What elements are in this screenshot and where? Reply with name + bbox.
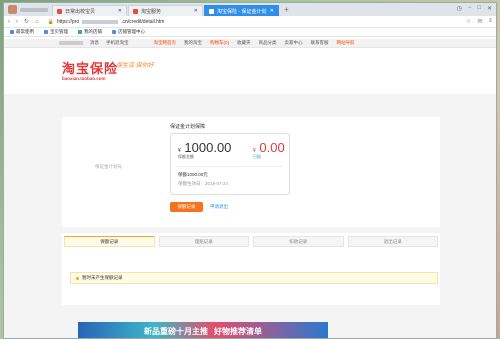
insurance-title: 保证金计划保障 [170,124,206,130]
new-tab-button[interactable]: + [284,5,289,14]
nav-link[interactable]: 我的淘宝 [184,40,202,46]
empty-notice: 暂时未产生保额记录 [70,272,438,284]
logo-domain: baoxian.taobao.com [62,76,106,81]
bookmark-icon [112,30,116,34]
nav-home-link[interactable]: 淘宝网首页 [154,40,177,46]
nav-messages[interactable]: 消息 [90,40,99,46]
nav-mobile[interactable]: 手机逛淘宝 [106,40,129,46]
records-tabs: 保额记录 理赔记录 扣款记录 退出记录 [62,233,440,250]
notice-text: 暂时未产生保额记录 [82,275,123,280]
claimed-amount-label: 已赔 [253,154,261,159]
insurance-card: 保证金计划号 保证金计划保障 ¥ 1000.00 保额金额 ¥ 0.00 已赔 … [62,117,440,227]
records-panel: 保额记录 理赔记录 扣款记录 退出记录 暂时未产生保额记录 [62,233,440,305]
reload-icon[interactable]: ↻ [24,18,29,25]
browser-window: 日常出校宝贝 ✕ 淘宝服务 ✕ 淘宝保险 - 保证金计划 ✕ + ◷ − □ ✕… [3,2,497,339]
product-id: 保证金计划号 [95,164,122,169]
close-icon[interactable]: ✕ [270,8,274,14]
url-field[interactable]: 🔒 https://pro .cn/credit/detail.htm [45,18,345,26]
coverage-record-button[interactable]: 保额记录 [170,202,203,212]
browser-tab-3[interactable]: 淘宝保险 - 保证金计划 ✕ [204,5,279,16]
bookmark-icon [44,30,48,34]
window-controls: ◷ − □ ✕ [457,5,492,12]
bookmark-item[interactable]: 我的店铺 [78,29,102,35]
close-icon[interactable]: ✕ [118,8,122,14]
browser-tab-1[interactable]: 日常出校宝贝 ✕ [52,5,127,16]
tab-coverage-records[interactable]: 保额记录 [64,236,155,247]
promo-banner[interactable]: 新品重磅十月主推 好物推荐清单 [78,322,328,338]
info-icon [76,276,79,280]
nav-link[interactable]: 商品分类 [259,40,277,46]
tab-deduction-records[interactable]: 扣款记录 [253,236,344,247]
bookmark-bar: 最常使用 宝贝管理 我的店铺 店铺管理中心 [4,28,496,37]
tab-favicon-icon [209,8,214,14]
page-content: 消息 手机逛淘宝 淘宝网首页 我的淘宝 购物车(0) 收藏夹 商品分类 卖家中心… [4,39,496,338]
nav-link[interactable]: 购物车(0) [210,40,229,46]
banner-text: 新品重磅十月主推 [144,326,208,336]
back-icon[interactable]: ‹ [8,19,10,25]
bookmark-item[interactable]: 店铺管理中心 [112,29,145,35]
site-nav-right: 淘宝网首页 我的淘宝 购物车(0) 收藏夹 商品分类 卖家中心 联系客服 网站导… [154,40,355,46]
insured-amount: ¥ 1000.00 [178,140,232,155]
tab-label: 日常出校宝贝 [65,8,96,15]
nav-link[interactable]: 联系客服 [311,40,329,46]
coverage-text: 保额1000.00元 [178,172,208,177]
divider [177,166,283,167]
mail-icon[interactable]: ✉ [477,18,482,25]
logo-slogan: 保生活 保你好 [116,63,154,69]
site-header: 淘宝保险 保生活 保你好 baoxian.taobao.com [4,48,496,94]
url-suffix: .cn/credit/detail.htm [121,18,165,25]
user-name-blurred [59,41,83,45]
tab-claim-records[interactable]: 理赔记录 [158,236,249,247]
tab-exit-records[interactable]: 退出记录 [347,236,438,247]
nav-link[interactable]: 网站导航 [337,40,355,46]
home-icon[interactable]: ⌂ [35,19,39,25]
minimize-button[interactable]: − [468,5,472,12]
user-avatar[interactable] [8,5,17,14]
address-bar: ‹ › ↻ ⌂ 🔒 https://pro .cn/credit/detail.… [4,16,496,28]
menu-icon[interactable]: ≡ [488,18,492,25]
close-window-button[interactable]: ✕ [487,5,492,12]
bookmark-item[interactable]: 最常使用 [10,29,34,35]
user-name-blurred [20,8,48,12]
url-prefix: https://pro [56,18,80,25]
url-blurred [82,19,119,24]
effective-date: 保额生效日：2019-07-24 [178,181,229,186]
tab-favicon-icon [133,8,138,14]
forward-icon[interactable]: › [16,19,18,25]
tab-label: 淘宝服务 [141,8,162,15]
close-icon[interactable]: ✕ [194,8,198,14]
tab-favicon-icon [57,8,62,14]
maximize-button[interactable]: □ [477,5,481,12]
banner-text: 好物推荐清单 [214,326,262,336]
lock-icon: 🔒 [47,18,54,25]
bookmark-item[interactable]: 宝贝管理 [44,29,68,35]
apply-exit-link[interactable]: 申请退出 [210,204,228,210]
star-icon[interactable]: ☆ [466,18,471,25]
clock-icon[interactable]: ◷ [457,5,462,12]
site-nav: 消息 手机逛淘宝 淘宝网首页 我的淘宝 购物车(0) 收藏夹 商品分类 卖家中心… [4,39,496,48]
bookmark-icon [78,30,82,34]
bookmark-icon [10,30,14,34]
tab-bar: 日常出校宝贝 ✕ 淘宝服务 ✕ 淘宝保险 - 保证金计划 ✕ + ◷ − □ ✕ [4,3,496,16]
claimed-amount: ¥ 0.00 [253,140,285,155]
insured-amount-label: 保额金额 [178,154,194,159]
toolbar-right: ☆ ✉ ≡ [466,18,492,25]
browser-tab-2[interactable]: 淘宝服务 ✕ [128,5,203,16]
insurance-summary-box: ¥ 1000.00 保额金额 ¥ 0.00 已赔 保额1000.00元 保额生效… [170,133,290,195]
nav-link[interactable]: 收藏夹 [237,40,251,46]
site-logo[interactable]: 淘宝保险 [62,58,118,77]
tab-label: 淘宝保险 - 保证金计划 [217,8,267,15]
nav-link[interactable]: 卖家中心 [285,40,303,46]
